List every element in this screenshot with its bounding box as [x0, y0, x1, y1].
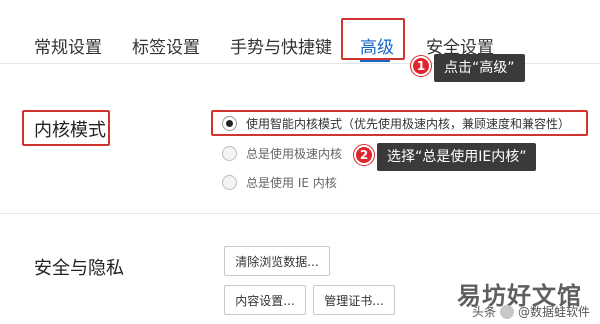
- radio-fast-kernel[interactable]: 总是使用极速内核: [222, 145, 342, 162]
- clear-browsing-data-button[interactable]: 清除浏览数据...: [224, 246, 330, 276]
- watermark-author: @数据蛙软件: [517, 305, 590, 319]
- tab-tabs[interactable]: 标签设置: [132, 33, 200, 58]
- tab-general[interactable]: 常规设置: [34, 33, 102, 58]
- step-1-tooltip: 点击“高级”: [434, 54, 525, 82]
- radio-fast-kernel-label: 总是使用极速内核: [246, 147, 343, 161]
- radio-unselected-icon: [222, 175, 237, 190]
- author-avatar-icon: [499, 304, 514, 319]
- content-settings-button[interactable]: 内容设置...: [224, 285, 306, 315]
- kernel-mode-label: 内核模式: [34, 120, 106, 141]
- step-2-tooltip: 选择“总是使用IE内核”: [377, 143, 537, 171]
- radio-ie-kernel-label: 总是使用 IE 内核: [246, 176, 337, 190]
- step-2-badge: 2: [354, 145, 374, 165]
- radio-smart-kernel-label: 使用智能内核模式（优先使用极速内核，兼顾速度和兼容性）: [246, 117, 571, 131]
- watermark-platform: 头条: [471, 305, 496, 319]
- radio-unselected-icon: [222, 146, 237, 161]
- section-divider: [0, 213, 600, 214]
- radio-ie-kernel[interactable]: 总是使用 IE 内核: [222, 174, 337, 191]
- radio-selected-icon: [222, 116, 237, 131]
- tab-gestures-shortcuts[interactable]: 手势与快捷键: [230, 33, 332, 58]
- radio-smart-kernel[interactable]: 使用智能内核模式（优先使用极速内核，兼顾速度和兼容性）: [222, 115, 570, 132]
- security-privacy-label: 安全与隐私: [34, 258, 124, 279]
- active-tab-indicator: [360, 60, 390, 62]
- watermark-credit: 头条 @数据蛙软件: [472, 303, 590, 320]
- step-1-badge: 1: [411, 56, 431, 76]
- manage-certificates-button[interactable]: 管理证书...: [313, 285, 395, 315]
- tab-advanced-highlight-box: [341, 18, 405, 60]
